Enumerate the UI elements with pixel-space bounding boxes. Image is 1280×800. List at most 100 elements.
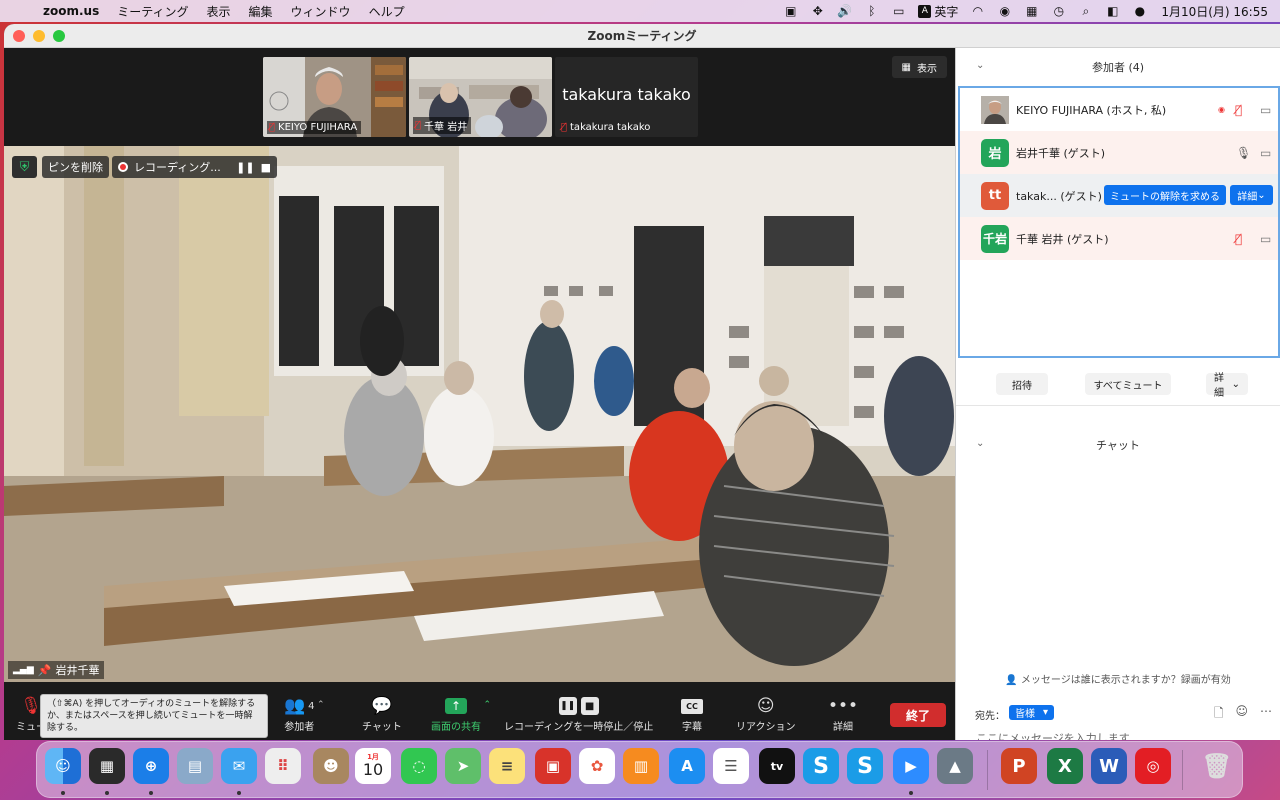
share-label: 画面の共有 (431, 722, 481, 733)
zoom-icon[interactable]: ▶ (893, 748, 929, 784)
security-shield-icon[interactable]: ⛨ (12, 156, 37, 178)
menu-window[interactable]: ウィンドウ (282, 3, 360, 20)
user-icon[interactable]: ◉ (991, 4, 1018, 18)
app-store-icon[interactable]: A (669, 748, 705, 784)
close-window-button[interactable] (13, 30, 25, 42)
video-camera-icon[interactable]: ▭ (1260, 146, 1271, 160)
control-center-icon[interactable]: ◧ (1099, 4, 1126, 18)
participants-more-button[interactable]: 詳細 ⌄ (1206, 373, 1248, 399)
closed-caption-button[interactable]: CC 字幕 (681, 694, 703, 733)
mail-icon[interactable]: ✉ (221, 748, 257, 784)
video-thumbnail[interactable]: 🎙̸ KEIYO FUJIHARA (263, 57, 406, 137)
participant-row[interactable]: 岩 岩井千華 (ゲスト) 🎙 ▭ (960, 131, 1278, 174)
menu-app-name[interactable]: zoom.us (34, 4, 108, 18)
participants-button[interactable]: 👥 4 参加者 ⌃ (284, 694, 325, 733)
chat-button[interactable]: 💬 チャット (362, 694, 402, 733)
powerpoint-icon[interactable]: P (1001, 748, 1037, 784)
skype-for-business-icon[interactable]: S (847, 748, 883, 784)
skype-icon[interactable]: S (803, 748, 839, 784)
menu-meeting[interactable]: ミーティング (108, 3, 197, 20)
menu-edit[interactable]: 編集 (240, 3, 282, 20)
apple-tv-icon[interactable]: tv (759, 748, 795, 784)
photos-icon[interactable]: ✿ (579, 748, 615, 784)
zoom-window-button[interactable] (53, 30, 65, 42)
mute-all-button[interactable]: すべてミュート (1085, 373, 1171, 395)
running-indicator (237, 791, 241, 795)
main-video[interactable]: ⛨ ピンを削除 レコーディング... ❚❚ ■ ▂▄▆ 📌 岩井千華 (4, 146, 955, 682)
chevron-down-icon[interactable]: ⌄ (976, 438, 984, 449)
calendar-icon[interactable]: 1月 10 (355, 748, 391, 784)
video-camera-icon[interactable]: ▭ (1260, 103, 1271, 117)
recipient-select[interactable]: 皆様 ▾ (1009, 705, 1055, 720)
emoji-icon[interactable]: ☺ (1235, 704, 1248, 725)
dropbox-icon[interactable]: ✥ (804, 4, 831, 18)
preview-icon[interactable]: ▤ (177, 748, 213, 784)
time-machine-icon[interactable]: ◷ (1045, 4, 1072, 18)
unpin-button[interactable]: ピンを削除 (42, 156, 109, 178)
video-camera-icon[interactable]: ▭ (1260, 232, 1271, 246)
word-icon[interactable]: W (1091, 748, 1127, 784)
chat-input[interactable]: ここにメッセージを入力します... (976, 730, 1140, 740)
ellipsis-icon[interactable]: ⋯ (1260, 704, 1272, 725)
photo-booth-icon[interactable]: ▣ (535, 748, 571, 784)
antivirus-icon[interactable]: ◎ (1135, 748, 1171, 784)
mic-icon[interactable]: 🎙 (1236, 146, 1251, 160)
activity-monitor-icon[interactable]: ▦ (89, 748, 125, 784)
view-button[interactable]: ▦ 表示 (891, 56, 947, 78)
siri-icon[interactable]: ● (1126, 4, 1153, 18)
participants-icon: 👥 4 (284, 696, 315, 716)
participant-row[interactable]: 千岩 千華 岩井 (ゲスト) 🎙̸ ▭ (960, 217, 1278, 260)
battery-icon[interactable]: ▭ (885, 4, 912, 18)
end-meeting-button[interactable]: 終了 (890, 703, 946, 727)
participant-row[interactable]: tt takak... (ゲスト) ミュートの解除を求める 詳細 ⌄ (960, 174, 1278, 217)
menu-view[interactable]: 表示 (198, 3, 240, 20)
ask-to-unmute-button[interactable]: ミュートの解除を求める (1104, 185, 1226, 205)
chevron-up-icon[interactable]: ⌃ (483, 700, 491, 710)
participant-row[interactable]: KEIYO FUJIHARA (ホスト, 私) ◉ 🎙̸ ▭ (960, 88, 1278, 131)
automator-icon[interactable]: ▲ (937, 748, 973, 784)
input-method[interactable]: A 英字 (912, 3, 964, 20)
books-icon[interactable]: ▥ (623, 748, 659, 784)
excel-icon[interactable]: X (1047, 748, 1083, 784)
ime-label: 英字 (934, 4, 959, 19)
contacts-icon[interactable]: ☻ (313, 748, 349, 784)
mic-muted-icon[interactable]: 🎙̸ (1235, 232, 1242, 246)
finder-icon[interactable]: ☺ (45, 748, 81, 784)
minimize-window-button[interactable] (33, 30, 45, 42)
chevron-up-icon[interactable]: ⌃ (317, 700, 325, 710)
trash-icon[interactable]: 🗑 (1199, 748, 1235, 784)
recording-controls-button[interactable]: ❚❚ ■ レコーディングを一時停止／停止 (504, 694, 653, 733)
messages-icon[interactable]: ◌ (401, 748, 437, 784)
search-icon[interactable]: ⌕ (1072, 4, 1099, 19)
participants-label: 参加者 (284, 722, 315, 733)
signal-strength-icon: ▂▄▆ (13, 665, 34, 675)
pause-recording-icon[interactable]: ❚❚ (236, 161, 254, 174)
video-thumbnail[interactable]: takakura takako 🎙̸ takakura takako (555, 57, 698, 137)
share-screen-button[interactable]: ↑ 画面の共有 ⌃ (431, 694, 491, 733)
recording-indicator: レコーディング... ❚❚ ■ (112, 156, 277, 178)
mic-muted-icon[interactable]: 🎙̸ (1235, 103, 1242, 117)
maps-icon[interactable]: ➤ (445, 748, 481, 784)
volume-icon[interactable]: 🔊 (831, 4, 858, 18)
wifi-icon[interactable]: ◠ (964, 4, 991, 18)
participants-actions: 招待 すべてミュート 詳細 ⌄ (956, 366, 1280, 406)
menubar: zoom.us ミーティング 表示 編集 ウィンドウ ヘルプ ▣ ✥ 🔊 ᛒ ▭… (0, 0, 1280, 22)
zoom-status-icon[interactable]: ▣ (777, 4, 804, 18)
file-icon[interactable]: 🗋 (1214, 704, 1224, 725)
reactions-button[interactable]: ☺ リアクション (736, 694, 796, 733)
notes-icon[interactable]: ≡ (489, 748, 525, 784)
more-button[interactable]: ••• 詳細 (828, 694, 858, 733)
video-thumbnail[interactable]: 🎙̸ 千華 岩井 (409, 57, 552, 137)
chevron-down-icon[interactable]: ⌄ (976, 60, 984, 71)
invite-button[interactable]: 招待 (996, 373, 1048, 395)
reminders-icon[interactable]: ☰ (713, 748, 749, 784)
chat-visibility-notice[interactable]: 👤 メッセージは誰に表示されますか？録画が有効 (956, 671, 1280, 686)
keyboard-icon[interactable]: ▦ (1018, 4, 1045, 18)
launchpad-icon[interactable]: ⠿ (265, 748, 301, 784)
stop-recording-icon[interactable]: ■ (261, 161, 271, 174)
menu-help[interactable]: ヘルプ (360, 3, 414, 20)
participant-more-button[interactable]: 詳細 ⌄ (1230, 185, 1273, 205)
menubar-clock[interactable]: 1月10日(月) 16:55 (1153, 3, 1280, 20)
bluetooth-icon[interactable]: ᛒ (858, 4, 885, 18)
safari-icon[interactable]: ⊕ (133, 748, 169, 784)
